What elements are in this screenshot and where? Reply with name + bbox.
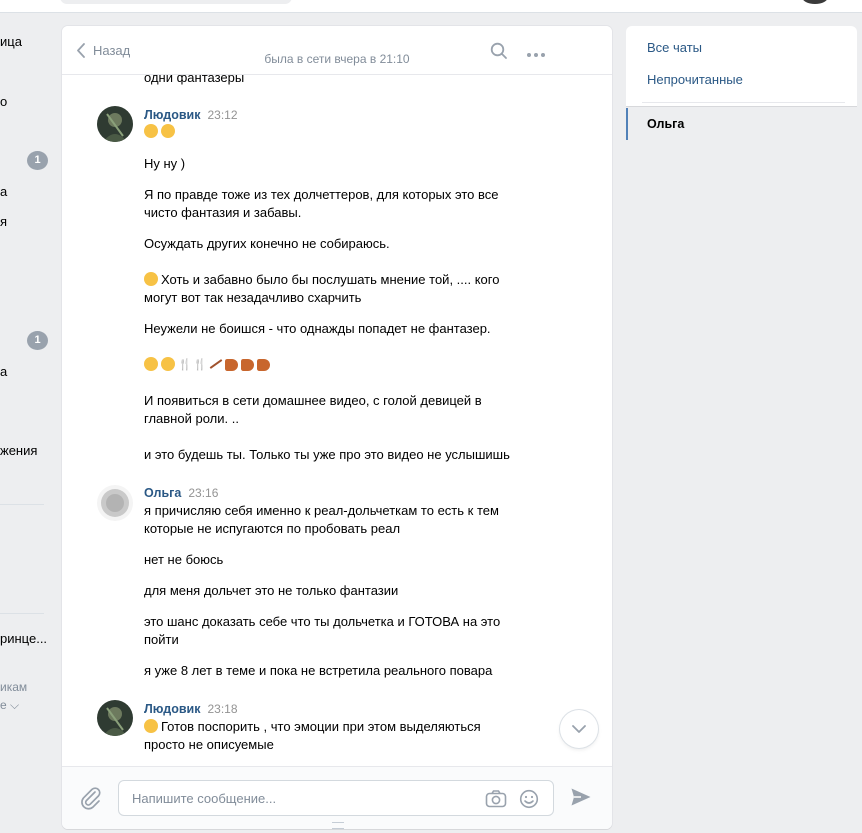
nav-item-fragment[interactable]: ица bbox=[0, 34, 22, 49]
global-search-input[interactable] bbox=[60, 0, 292, 4]
nav-item-fragment[interactable]: я bbox=[0, 214, 7, 229]
chat-window: Назад была в сети вчера в 21:10 одни фан… bbox=[62, 26, 612, 829]
kiss-emoji-icon bbox=[161, 357, 175, 371]
message-header: Людовик 23:18 bbox=[144, 700, 238, 718]
message-input[interactable]: Напишите сообщение... bbox=[118, 780, 554, 816]
grimace-emoji-icon bbox=[144, 124, 158, 138]
message-text-content: Хоть и забавно было бы послушать мнение … bbox=[144, 272, 500, 305]
nav-item-fragment[interactable]: жения bbox=[0, 443, 37, 458]
poultry-leg-icon bbox=[241, 359, 254, 371]
author-name[interactable]: Людовик bbox=[144, 702, 200, 716]
active-chat-tab[interactable]: Ольга bbox=[626, 108, 686, 140]
message-text: Неужели не боишся - что однажды попадет … bbox=[144, 321, 491, 336]
kiss-emoji-icon bbox=[144, 272, 158, 286]
more-dots-icon[interactable] bbox=[526, 46, 546, 61]
message-history: одни фантазеры Людовик 23:12 Ну ну ) Я по… bbox=[62, 75, 612, 765]
avatar[interactable] bbox=[97, 106, 133, 142]
emoji-line bbox=[144, 123, 524, 141]
avatar[interactable] bbox=[97, 700, 133, 736]
active-chat-label: Ольга bbox=[647, 117, 685, 131]
author-name[interactable]: Ольга bbox=[144, 486, 181, 500]
message-text: я уже 8 лет в теме и пока не встретила р… bbox=[144, 663, 493, 678]
resize-handle[interactable] bbox=[332, 822, 344, 829]
nav-counter-badge: 1 bbox=[27, 151, 48, 170]
smirk-emoji-icon bbox=[144, 719, 158, 733]
chopsticks-icon bbox=[208, 357, 222, 371]
poultry-leg-icon bbox=[225, 359, 238, 371]
send-icon[interactable] bbox=[570, 787, 592, 810]
message-text: для меня дольчет это не только фантазии bbox=[144, 583, 399, 598]
nav-item-fragment[interactable]: а bbox=[0, 184, 7, 199]
nav-divider bbox=[0, 504, 44, 505]
message-time[interactable]: 23:16 bbox=[188, 486, 218, 500]
message-text: И появиться в сети домашнее видео, с гол… bbox=[144, 393, 482, 426]
footer-link-fragment[interactable]: икам bbox=[0, 680, 27, 694]
all-chats-link[interactable]: Все чаты bbox=[647, 40, 702, 55]
message-time[interactable]: 23:18 bbox=[207, 702, 237, 716]
scroll-down-button[interactable] bbox=[560, 710, 598, 748]
message-text: Осуждать других конечно не собираюсь. bbox=[144, 236, 390, 251]
unread-link[interactable]: Непрочитанные bbox=[647, 72, 743, 87]
panel-divider bbox=[642, 102, 845, 103]
poultry-leg-icon bbox=[257, 359, 270, 371]
chat-header: Назад была в сети вчера в 21:10 bbox=[62, 26, 612, 75]
top-bar bbox=[0, 0, 862, 13]
message-text: это шанс доказать себе что ты дольчетка … bbox=[144, 614, 501, 647]
message-composer: Напишите сообщение... bbox=[62, 766, 612, 829]
left-navigation: ица о 1 а я 1 а жения ринце... икам е ⌵ bbox=[0, 12, 48, 833]
smile-icon[interactable] bbox=[519, 789, 539, 812]
chat-filter-panel: Все чаты Непрочитанные bbox=[626, 26, 857, 106]
user-avatar[interactable] bbox=[802, 0, 828, 4]
nav-item-fragment[interactable]: а bbox=[0, 364, 7, 379]
message-text: Готов поспорить , что эмоции при этом вы… bbox=[144, 718, 504, 754]
avatar[interactable] bbox=[97, 485, 133, 521]
message-input-placeholder: Напишите сообщение... bbox=[132, 791, 277, 806]
nav-counter-badge: 1 bbox=[27, 331, 48, 350]
message-header: Ольга 23:16 bbox=[144, 484, 218, 502]
message-text: Я по правде тоже из тех долчеттеров, для… bbox=[144, 187, 499, 220]
message-text: Ну ну ) bbox=[144, 156, 186, 171]
camera-icon[interactable] bbox=[485, 789, 507, 812]
search-icon[interactable] bbox=[490, 42, 508, 63]
smirk-emoji-icon bbox=[144, 357, 158, 371]
message-text: я причисляю себя именно к реал-дольчетка… bbox=[144, 503, 499, 536]
nav-divider bbox=[0, 613, 44, 614]
author-name[interactable]: Людовик bbox=[144, 108, 200, 122]
chevron-down-icon bbox=[572, 725, 586, 733]
nav-item-fragment[interactable]: ринце... bbox=[0, 631, 47, 646]
emoji-line bbox=[144, 356, 524, 374]
nav-item-fragment[interactable]: о bbox=[0, 94, 7, 109]
message-text: нет не боюсь bbox=[144, 552, 224, 567]
paperclip-icon[interactable] bbox=[80, 786, 102, 813]
message-text-content: Готов поспорить , что эмоции при этом вы… bbox=[144, 719, 481, 752]
message-text: Хоть и забавно было бы послушать мнение … bbox=[144, 271, 524, 307]
fork-knife-icon bbox=[193, 356, 207, 374]
message-text: одни фантазеры bbox=[144, 75, 245, 85]
confused-emoji-icon bbox=[161, 124, 175, 138]
message-header: Людовик 23:12 bbox=[144, 106, 238, 124]
message-text: и это будешь ты. Только ты уже про это в… bbox=[144, 447, 510, 462]
footer-link-fragment[interactable]: е ⌵ bbox=[0, 698, 19, 713]
message-time[interactable]: 23:12 bbox=[207, 108, 237, 122]
fork-knife-icon bbox=[178, 356, 192, 374]
